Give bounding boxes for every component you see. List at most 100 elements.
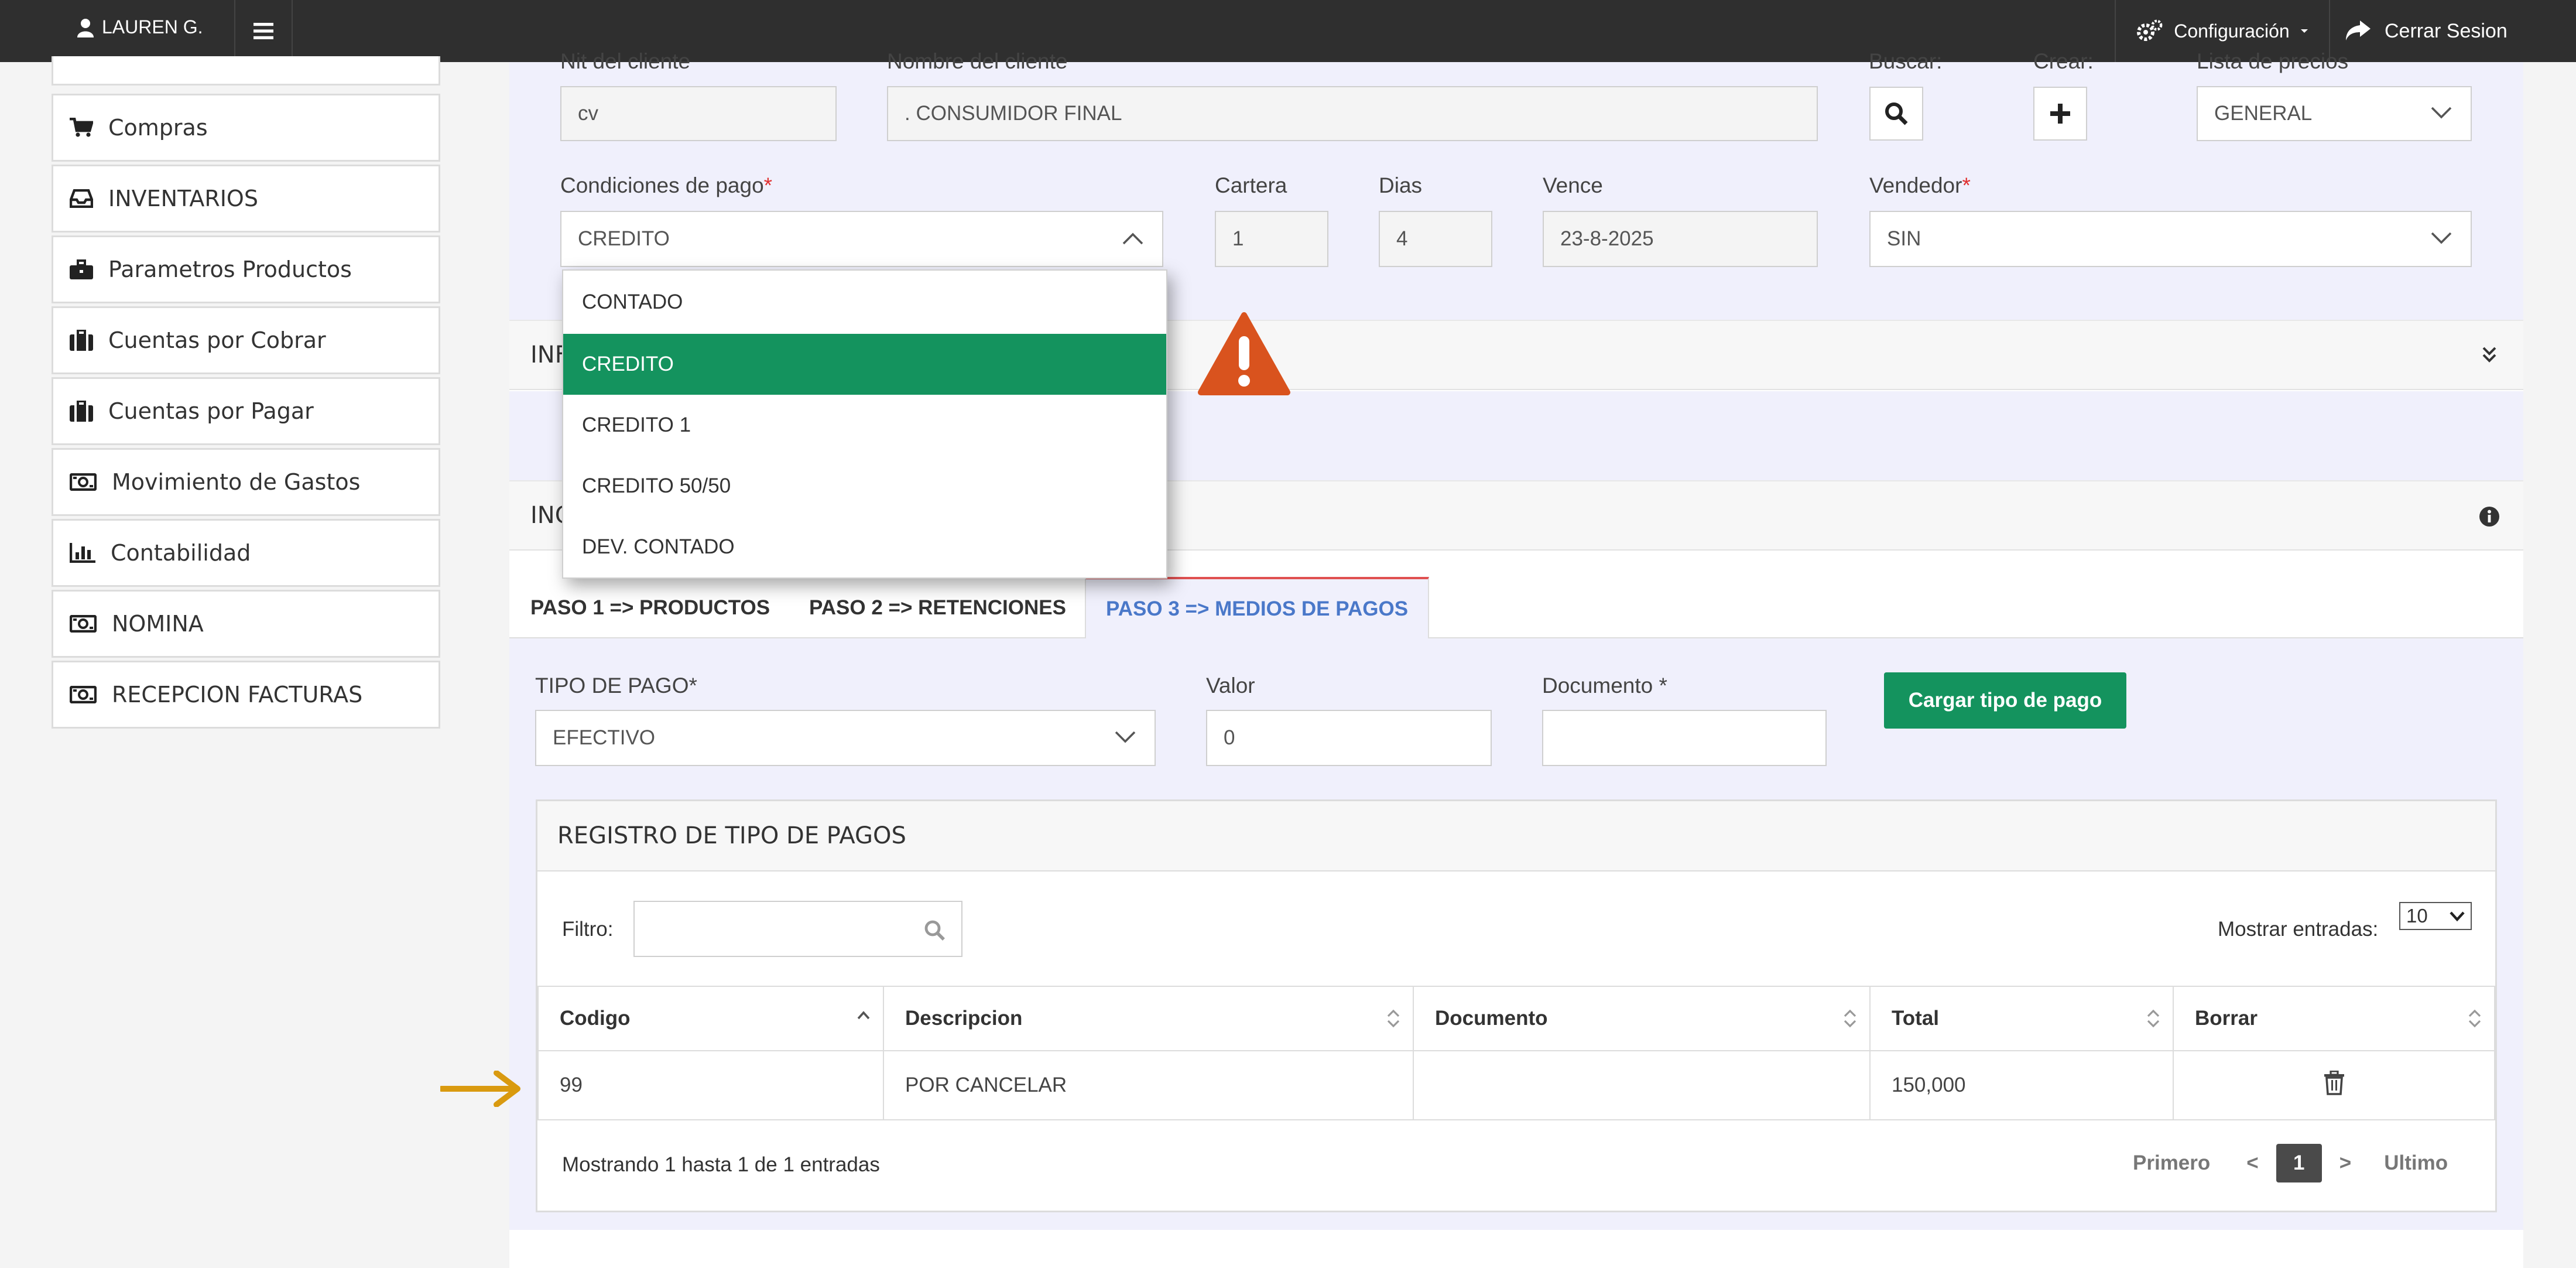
create-client-button[interactable] [2033,87,2087,141]
double-chevron-down-icon[interactable] [2481,346,2498,363]
nombre-cliente-field[interactable]: . CONSUMIDOR FINAL [887,86,1818,141]
sidebar-item-label: RECEPCION FACTURAS [112,682,363,708]
logout-button[interactable]: Cerrar Sesion [2345,0,2520,62]
pager-last[interactable]: Ultimo [2384,1151,2448,1175]
bar-chart-icon [70,543,95,563]
sidebar-item-recepcion-facturas[interactable]: RECEPCION FACTURAS [52,661,440,729]
sidebar-item-label: NOMINA [112,611,204,637]
column-header-total[interactable]: Total [1869,986,2174,1051]
configuration-label: Configuración [2174,20,2290,42]
column-header-codigo[interactable]: Codigo [537,986,884,1051]
suitcase-icon [70,330,93,351]
condiciones-pago-select[interactable]: CREDITO [560,211,1163,267]
nit-field[interactable]: cv [560,86,837,141]
dropdown-option-contado[interactable]: CONTADO [563,272,1166,333]
sidebar-item-cuentas-cobrar[interactable]: Cuentas por Cobrar [52,306,440,374]
column-header-documento[interactable]: Documento [1413,986,1871,1051]
trash-icon[interactable] [2323,1069,2345,1095]
tipo-pago-label: TIPO DE PAGO* [535,674,697,698]
briefcase-icon [70,259,93,279]
sidebar-item-partial[interactable] [52,56,440,86]
column-header-borrar[interactable]: Borrar [2173,986,2495,1051]
pager-first[interactable]: Primero [2133,1151,2210,1175]
registro-tipo-pagos-panel: REGISTRO DE TIPO DE PAGOS Filtro: Mostra… [536,799,2497,1212]
tab-retenciones[interactable]: PASO 2 => RETENCIONES [809,577,1066,638]
sidebar-item-contabilidad[interactable]: Contabilidad [52,519,440,587]
tipo-pago-select[interactable]: EFECTIVO [535,710,1156,766]
sidebar-item-label: INVENTARIOS [108,186,258,211]
dias-label: Dias [1379,173,1423,197]
user-icon [77,18,94,37]
menu-toggle-button[interactable] [234,0,293,62]
cartera-field[interactable]: 1 [1215,211,1328,267]
payments-table: Codigo Descripcion Documento Total Borra… [537,986,2495,1120]
plus-icon [2050,104,2070,124]
sort-icon [1387,1009,1400,1028]
column-header-descripcion[interactable]: Descripcion [883,986,1414,1051]
cargar-tipo-pago-button[interactable]: Cargar tipo de pago [1884,672,2126,729]
dias-field[interactable]: 4 [1379,211,1492,267]
registro-title: REGISTRO DE TIPO DE PAGOS [537,801,2495,871]
dropdown-option-credito-1[interactable]: CREDITO 1 [563,395,1166,456]
vendedor-select[interactable]: SIN [1869,211,2472,267]
pager-next[interactable]: > [2339,1151,2351,1175]
table-summary: Mostrando 1 hasta 1 de 1 entradas [562,1153,880,1176]
show-entries-label: Mostrar entradas: [2218,918,2379,941]
top-navbar: LAUREN G. Configuración Cerrar Sesion [0,0,2576,62]
vence-field[interactable]: 23-8-2025 [1543,211,1818,267]
steps-tabs: PASO 1 => PRODUCTOS PASO 2 => RETENCIONE… [509,577,2523,638]
chevron-down-icon [1115,731,1136,743]
chevron-down-icon [2431,232,2452,244]
chevron-down-icon [2431,107,2452,119]
show-entries-select[interactable]: 10 [2399,902,2472,930]
sidebar-item-compras[interactable]: Compras [52,94,440,162]
user-name: LAUREN G. [102,16,203,37]
crear-label: Crear: [2033,49,2094,73]
lista-precios-select[interactable]: GENERAL [2197,86,2472,141]
cart-icon [70,118,93,137]
sidebar-item-inventarios[interactable]: INVENTARIOS [52,165,440,233]
info-circle-icon[interactable] [2479,506,2500,527]
dropdown-option-dev-contado[interactable]: DEV. CONTADO [563,517,1166,577]
dropdown-option-credito-50-50[interactable]: CREDITO 50/50 [563,456,1166,517]
user-menu[interactable]: LAUREN G. [76,16,203,38]
condiciones-pago-dropdown: CONTADO CREDITO CREDITO 1 CREDITO 50/50 … [562,269,1167,579]
tab-productos[interactable]: PASO 1 => PRODUCTOS [530,577,770,638]
sidebar-item-label: Movimiento de Gastos [112,469,361,495]
warning-icon [1198,312,1290,395]
dropdown-option-credito[interactable]: CREDITO [563,334,1166,395]
tab-medios-de-pago[interactable]: PASO 3 => MEDIOS DE PAGOS [1085,577,1430,638]
pager-current[interactable]: 1 [2276,1144,2322,1182]
sidebar-item-label: Cuentas por Cobrar [108,327,326,353]
cartera-label: Cartera [1215,173,1287,197]
documento-input[interactable] [1542,710,1827,766]
filter-label: Filtro: [562,918,614,941]
nit-label: Nit del cliente [560,49,691,73]
money-icon [70,686,97,703]
nombre-label: Nombre del cliente [887,49,1068,73]
lista-precios-label: Lista de precios [2197,49,2349,73]
sort-icon [2147,1009,2160,1028]
buscar-label: Buscar: [1869,49,1943,73]
sidebar-item-movimiento-gastos[interactable]: Movimiento de Gastos [52,448,440,516]
sidebar-item-parametros-productos[interactable]: Parametros Productos [52,235,440,303]
search-client-button[interactable] [1869,87,1923,141]
sidebar-item-label: Cuentas por Pagar [108,398,314,424]
sort-icon [1844,1009,1856,1028]
pager-prev[interactable]: < [2246,1151,2258,1175]
valor-input[interactable]: 0 [1206,710,1492,766]
filter-input[interactable] [633,901,962,957]
search-icon [924,920,945,941]
gears-icon [2137,19,2163,41]
sort-icon [2468,1009,2481,1028]
sidebar-item-nomina[interactable]: NOMINA [52,590,440,658]
sidebar-item-cuentas-pagar[interactable]: Cuentas por Pagar [52,377,440,445]
documento-label: Documento * [1542,674,1667,698]
annotation-arrow-icon [440,1071,520,1107]
sidebar-item-label: Contabilidad [111,540,251,566]
suitcase-icon [70,401,93,422]
table-row: 99 POR CANCELAR 150,000 [537,1050,2495,1120]
inbox-icon [70,189,93,208]
chevron-up-icon [1122,233,1143,245]
pagination: Primero < 1 > Ultimo [2133,1144,2448,1182]
